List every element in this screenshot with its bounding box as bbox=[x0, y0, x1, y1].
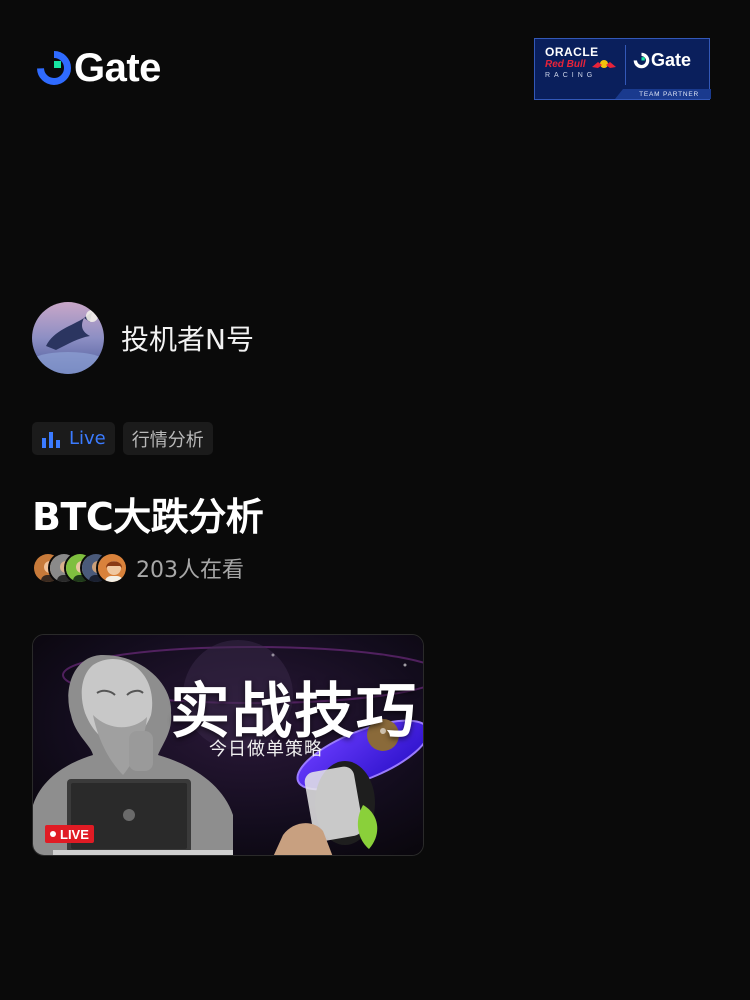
live-badge-label: LIVE bbox=[60, 826, 89, 842]
viewer-avatar-stack bbox=[32, 552, 128, 584]
author-name[interactable]: 投机者N号 bbox=[121, 318, 254, 358]
bar-chart-icon bbox=[42, 431, 60, 448]
gate-logo-icon bbox=[37, 51, 71, 85]
viewer-avatar bbox=[96, 552, 128, 584]
viewer-count: 203人在看 bbox=[136, 558, 244, 583]
viewer-info: 203人在看 bbox=[32, 552, 244, 584]
partner-oracle-text: ORACLE bbox=[545, 45, 599, 59]
live-badge: LIVE bbox=[45, 825, 94, 843]
partner-divider bbox=[625, 45, 626, 85]
author-row[interactable]: 投机者N号 bbox=[32, 302, 254, 374]
whale-avatar-image bbox=[32, 302, 104, 374]
partner-racing-text: RACING bbox=[545, 72, 597, 79]
tag-live[interactable]: Live bbox=[32, 422, 115, 455]
partner-gate-text: Gate bbox=[651, 50, 692, 70]
tag-live-label: Live bbox=[69, 428, 106, 449]
partner-redbull-text: Red Bull bbox=[545, 59, 586, 70]
team-partner-badge: ORACLE Red Bull RACING Gate TEAM PARTNER bbox=[534, 38, 711, 100]
stream-cover[interactable]: 实战技巧 今日做单策略 LIVE bbox=[32, 634, 424, 856]
live-dot-icon bbox=[50, 831, 56, 837]
cover-subtitle: 今日做单策略 bbox=[209, 739, 323, 760]
tag-list: Live 行情分析 bbox=[32, 422, 213, 455]
gate-logo-icon bbox=[633, 52, 650, 68]
partner-gate-logo: Gate bbox=[633, 51, 691, 69]
partner-footer-text: TEAM PARTNER bbox=[639, 91, 699, 98]
redbull-bull-icon bbox=[592, 60, 616, 68]
avatar[interactable] bbox=[32, 302, 104, 374]
stream-title[interactable]: BTC大跌分析 bbox=[32, 486, 264, 541]
gate-logo-text: Gate bbox=[74, 46, 161, 90]
tag-market-analysis-label: 行情分析 bbox=[131, 429, 204, 451]
gate-logo[interactable]: Gate bbox=[36, 46, 161, 90]
tag-market-analysis[interactable]: 行情分析 bbox=[122, 422, 213, 455]
